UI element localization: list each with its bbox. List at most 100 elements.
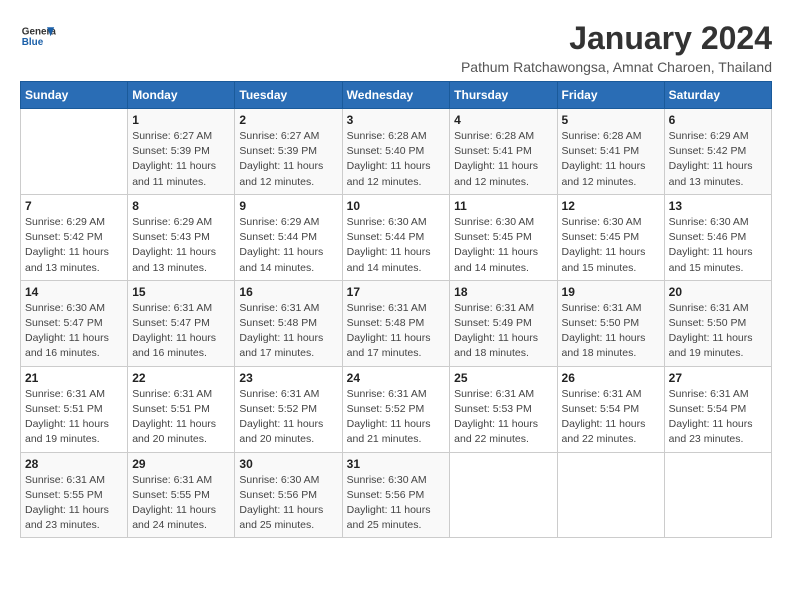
calendar-body: 1 Sunrise: 6:27 AM Sunset: 5:39 PM Daylig… bbox=[21, 109, 772, 538]
day-info: Sunrise: 6:30 AM Sunset: 5:44 PM Dayligh… bbox=[347, 215, 446, 276]
calendar-cell: 10 Sunrise: 6:30 AM Sunset: 5:44 PM Dayli… bbox=[342, 194, 450, 280]
calendar-cell: 21Sunrise: 6:31 AM Sunset: 5:51 PM Dayli… bbox=[21, 366, 128, 452]
day-info: Sunrise: 6:31 AM Sunset: 5:52 PM Dayligh… bbox=[239, 387, 337, 448]
day-info: Sunrise: 6:31 AM Sunset: 5:51 PM Dayligh… bbox=[25, 387, 123, 448]
calendar-cell bbox=[450, 452, 557, 538]
day-info: Sunrise: 6:27 AM Sunset: 5:39 PM Dayligh… bbox=[239, 129, 337, 190]
calendar-cell: 1 Sunrise: 6:27 AM Sunset: 5:39 PM Daylig… bbox=[128, 109, 235, 195]
day-info: Sunrise: 6:30 AM Sunset: 5:56 PM Dayligh… bbox=[347, 473, 446, 534]
calendar-cell: 22 Sunrise: 6:31 AM Sunset: 5:51 PM Dayli… bbox=[128, 366, 235, 452]
calendar-cell: 24 Sunrise: 6:31 AM Sunset: 5:52 PM Dayli… bbox=[342, 366, 450, 452]
day-number: 28 bbox=[25, 457, 123, 471]
day-info: Sunrise: 6:31 AM Sunset: 5:53 PM Dayligh… bbox=[454, 387, 552, 448]
day-info: Sunrise: 6:30 AM Sunset: 5:47 PM Dayligh… bbox=[25, 301, 123, 362]
day-number: 29 bbox=[132, 457, 230, 471]
calendar-cell: 20 Sunrise: 6:31 AM Sunset: 5:50 PM Dayli… bbox=[664, 280, 771, 366]
day-info: Sunrise: 6:31 AM Sunset: 5:52 PM Dayligh… bbox=[347, 387, 446, 448]
day-info: Sunrise: 6:31 AM Sunset: 5:50 PM Dayligh… bbox=[669, 301, 767, 362]
day-number: 18 bbox=[454, 285, 552, 299]
day-info: Sunrise: 6:29 AM Sunset: 5:42 PM Dayligh… bbox=[25, 215, 123, 276]
title-block: January 2024 Pathum Ratchawongsa, Amnat … bbox=[461, 20, 772, 75]
day-info: Sunrise: 6:31 AM Sunset: 5:47 PM Dayligh… bbox=[132, 301, 230, 362]
day-info: Sunrise: 6:31 AM Sunset: 5:51 PM Dayligh… bbox=[132, 387, 230, 448]
column-header-friday: Friday bbox=[557, 82, 664, 109]
day-number: 20 bbox=[669, 285, 767, 299]
calendar-cell: 8 Sunrise: 6:29 AM Sunset: 5:43 PM Daylig… bbox=[128, 194, 235, 280]
day-number: 17 bbox=[347, 285, 446, 299]
calendar-cell: 27 Sunrise: 6:31 AM Sunset: 5:54 PM Dayli… bbox=[664, 366, 771, 452]
subtitle: Pathum Ratchawongsa, Amnat Charoen, Thai… bbox=[461, 59, 772, 75]
day-number: 24 bbox=[347, 371, 446, 385]
day-number: 9 bbox=[239, 199, 337, 213]
column-header-thursday: Thursday bbox=[450, 82, 557, 109]
column-header-saturday: Saturday bbox=[664, 82, 771, 109]
calendar-cell: 7Sunrise: 6:29 AM Sunset: 5:42 PM Daylig… bbox=[21, 194, 128, 280]
logo: General Blue bbox=[20, 20, 56, 56]
calendar-cell: 12Sunrise: 6:30 AM Sunset: 5:45 PM Dayli… bbox=[557, 194, 664, 280]
calendar-cell: 4 Sunrise: 6:28 AM Sunset: 5:41 PM Daylig… bbox=[450, 109, 557, 195]
day-number: 8 bbox=[132, 199, 230, 213]
day-number: 2 bbox=[239, 113, 337, 127]
week-row-0: 1 Sunrise: 6:27 AM Sunset: 5:39 PM Daylig… bbox=[21, 109, 772, 195]
day-info: Sunrise: 6:31 AM Sunset: 5:55 PM Dayligh… bbox=[25, 473, 123, 534]
day-number: 26 bbox=[562, 371, 660, 385]
day-number: 10 bbox=[347, 199, 446, 213]
day-info: Sunrise: 6:29 AM Sunset: 5:43 PM Dayligh… bbox=[132, 215, 230, 276]
day-number: 25 bbox=[454, 371, 552, 385]
day-number: 22 bbox=[132, 371, 230, 385]
day-number: 11 bbox=[454, 199, 552, 213]
calendar-cell bbox=[557, 452, 664, 538]
calendar-cell: 19 Sunrise: 6:31 AM Sunset: 5:50 PM Dayli… bbox=[557, 280, 664, 366]
day-info: Sunrise: 6:31 AM Sunset: 5:55 PM Dayligh… bbox=[132, 473, 230, 534]
day-info: Sunrise: 6:29 AM Sunset: 5:44 PM Dayligh… bbox=[239, 215, 337, 276]
logo-icon: General Blue bbox=[20, 20, 56, 56]
day-info: Sunrise: 6:31 AM Sunset: 5:49 PM Dayligh… bbox=[454, 301, 552, 362]
week-row-1: 7Sunrise: 6:29 AM Sunset: 5:42 PM Daylig… bbox=[21, 194, 772, 280]
day-info: Sunrise: 6:31 AM Sunset: 5:48 PM Dayligh… bbox=[347, 301, 446, 362]
calendar-cell: 23 Sunrise: 6:31 AM Sunset: 5:52 PM Dayli… bbox=[235, 366, 342, 452]
column-header-monday: Monday bbox=[128, 82, 235, 109]
calendar-cell: 9 Sunrise: 6:29 AM Sunset: 5:44 PM Daylig… bbox=[235, 194, 342, 280]
day-info: Sunrise: 6:30 AM Sunset: 5:46 PM Dayligh… bbox=[669, 215, 767, 276]
day-number: 14 bbox=[25, 285, 123, 299]
calendar-cell: 29 Sunrise: 6:31 AM Sunset: 5:55 PM Dayli… bbox=[128, 452, 235, 538]
day-info: Sunrise: 6:31 AM Sunset: 5:48 PM Dayligh… bbox=[239, 301, 337, 362]
day-number: 23 bbox=[239, 371, 337, 385]
calendar-cell: 30Sunrise: 6:30 AM Sunset: 5:56 PM Dayli… bbox=[235, 452, 342, 538]
week-row-4: 28 Sunrise: 6:31 AM Sunset: 5:55 PM Dayli… bbox=[21, 452, 772, 538]
day-info: Sunrise: 6:31 AM Sunset: 5:54 PM Dayligh… bbox=[562, 387, 660, 448]
day-info: Sunrise: 6:28 AM Sunset: 5:41 PM Dayligh… bbox=[454, 129, 552, 190]
calendar-cell: 17 Sunrise: 6:31 AM Sunset: 5:48 PM Dayli… bbox=[342, 280, 450, 366]
day-number: 13 bbox=[669, 199, 767, 213]
day-number: 4 bbox=[454, 113, 552, 127]
day-number: 27 bbox=[669, 371, 767, 385]
day-number: 15 bbox=[132, 285, 230, 299]
calendar-cell: 11Sunrise: 6:30 AM Sunset: 5:45 PM Dayli… bbox=[450, 194, 557, 280]
calendar-cell: 3Sunrise: 6:28 AM Sunset: 5:40 PM Daylig… bbox=[342, 109, 450, 195]
calendar-table: SundayMondayTuesdayWednesdayThursdayFrid… bbox=[20, 81, 772, 538]
day-info: Sunrise: 6:27 AM Sunset: 5:39 PM Dayligh… bbox=[132, 129, 230, 190]
day-info: Sunrise: 6:28 AM Sunset: 5:41 PM Dayligh… bbox=[562, 129, 660, 190]
calendar-cell bbox=[21, 109, 128, 195]
calendar-cell: 31 Sunrise: 6:30 AM Sunset: 5:56 PM Dayli… bbox=[342, 452, 450, 538]
day-number: 3 bbox=[347, 113, 446, 127]
day-info: Sunrise: 6:31 AM Sunset: 5:50 PM Dayligh… bbox=[562, 301, 660, 362]
calendar-cell: 13 Sunrise: 6:30 AM Sunset: 5:46 PM Dayli… bbox=[664, 194, 771, 280]
calendar-cell: 6Sunrise: 6:29 AM Sunset: 5:42 PM Daylig… bbox=[664, 109, 771, 195]
day-number: 31 bbox=[347, 457, 446, 471]
calendar-cell: 18 Sunrise: 6:31 AM Sunset: 5:49 PM Dayli… bbox=[450, 280, 557, 366]
day-number: 30 bbox=[239, 457, 337, 471]
day-info: Sunrise: 6:29 AM Sunset: 5:42 PM Dayligh… bbox=[669, 129, 767, 190]
calendar-cell: 5Sunrise: 6:28 AM Sunset: 5:41 PM Daylig… bbox=[557, 109, 664, 195]
page-header: General Blue January 2024 Pathum Ratchaw… bbox=[20, 20, 772, 75]
calendar-cell: 15 Sunrise: 6:31 AM Sunset: 5:47 PM Dayli… bbox=[128, 280, 235, 366]
svg-text:Blue: Blue bbox=[22, 37, 44, 48]
day-info: Sunrise: 6:31 AM Sunset: 5:54 PM Dayligh… bbox=[669, 387, 767, 448]
column-header-sunday: Sunday bbox=[21, 82, 128, 109]
day-number: 1 bbox=[132, 113, 230, 127]
calendar-cell: 16Sunrise: 6:31 AM Sunset: 5:48 PM Dayli… bbox=[235, 280, 342, 366]
day-number: 19 bbox=[562, 285, 660, 299]
column-header-tuesday: Tuesday bbox=[235, 82, 342, 109]
day-info: Sunrise: 6:30 AM Sunset: 5:45 PM Dayligh… bbox=[562, 215, 660, 276]
main-title: January 2024 bbox=[461, 20, 772, 57]
